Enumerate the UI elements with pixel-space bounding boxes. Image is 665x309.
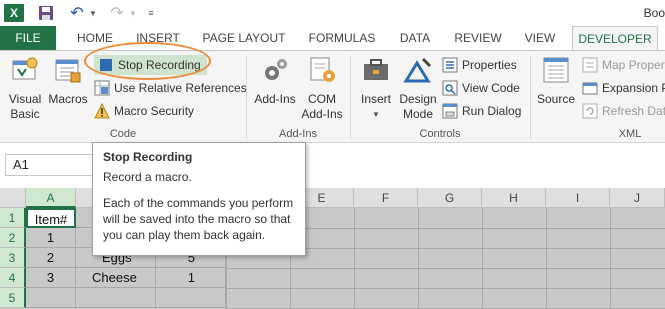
redo-icon[interactable]: ↷ [108,4,126,22]
group-separator [530,55,531,139]
tooltip-title: Stop Recording [103,150,193,164]
visual-basic-button[interactable]: Visual Basic [6,55,44,122]
row-header[interactable]: 3 [0,248,26,268]
row-header[interactable]: 2 [0,228,26,248]
group-label-controls: Controls [419,128,461,140]
column-header[interactable]: I [546,188,610,208]
design-mode-button[interactable]: Design Mode [398,55,438,122]
excel-logo-icon[interactable]: X [4,4,24,22]
macro-security-button[interactable]: Macro Security [94,101,194,121]
expansion-packs-icon [582,80,598,96]
cell-c4[interactable]: 1 [156,268,226,288]
group-separator [350,55,351,139]
group-label-code: Code [109,128,137,140]
tab-page-layout[interactable]: PAGE LAYOUT [196,26,292,50]
use-relative-references-button[interactable]: Use Relative References [94,78,247,98]
xml-source-icon [534,55,578,89]
group-separator [246,55,247,139]
refresh-data-button[interactable]: Refresh Data [582,101,665,121]
stop-recording-tooltip: Stop Recording Record a macro. Each of t… [92,142,306,256]
properties-button[interactable]: Properties [442,55,517,75]
title-bar: X ↶ ▼ ↷ ▼ ≡ Boo [0,0,665,26]
grid-line [226,288,665,289]
row-header[interactable]: 5 [0,288,26,308]
expansion-packs-button[interactable]: Expansion Pa [582,78,665,98]
row-header[interactable]: 1 [0,208,26,228]
tab-review[interactable]: REVIEW [446,26,510,50]
insert-dropdown-icon: ▼ [372,110,380,119]
tab-data[interactable]: DATA [390,26,440,50]
cell-b5[interactable] [76,288,156,308]
grid-line [610,208,611,309]
customize-quick-access-icon[interactable]: ≡ [146,4,156,22]
cell-b4[interactable]: Cheese [76,268,156,288]
view-code-button[interactable]: View Code [442,78,520,98]
document-title: Boo [643,6,665,20]
grid-line [226,268,665,269]
grid-line [418,208,419,309]
column-header[interactable]: F [354,188,418,208]
column-header[interactable]: A [26,188,76,208]
cell-a5[interactable] [26,288,76,308]
group-label-xml: XML [618,128,642,140]
refresh-data-icon [582,103,598,119]
save-icon[interactable] [38,4,54,22]
tooltip-detail: Each of the commands you perform will be… [103,196,294,242]
name-box[interactable]: A1 [5,154,93,176]
add-ins-button[interactable]: Add-Ins [252,55,298,107]
column-header[interactable]: H [482,188,546,208]
toolbox-icon [356,55,396,89]
source-button[interactable]: Source [534,55,578,107]
ribbon-tabs: FILE HOME INSERT PAGE LAYOUT FORMULAS DA… [0,26,665,51]
gears-icon [252,55,298,89]
highlight-ellipse [84,42,211,80]
cell-a4[interactable]: 3 [26,268,76,288]
cell-c5[interactable] [156,288,226,308]
map-properties-button[interactable]: Map Propert [582,55,665,75]
view-code-icon [442,80,458,96]
grid-line [482,208,483,309]
grid-line [546,208,547,309]
cell-a2[interactable]: 1 [26,228,76,248]
select-all-corner[interactable] [0,188,26,208]
group-label-add-ins: Add-Ins [279,128,317,140]
row-header[interactable]: 4 [0,268,26,288]
tab-file[interactable]: FILE [0,26,56,50]
column-header[interactable]: G [418,188,482,208]
com-add-ins-button[interactable]: COM Add-Ins [300,55,344,122]
tab-view[interactable]: VIEW [516,26,564,50]
relative-references-icon [94,80,110,96]
run-dialog-icon [442,103,458,119]
redo-dropdown-icon[interactable]: ▼ [128,4,138,22]
cell-a3[interactable]: 2 [26,248,76,268]
warning-icon [94,103,110,119]
properties-icon [442,57,458,73]
undo-icon[interactable]: ↶ [68,4,86,22]
map-properties-icon [582,57,598,73]
tooltip-description: Record a macro. [103,170,192,184]
visual-basic-icon [6,55,44,89]
insert-controls-button[interactable]: Insert ▼ [356,55,396,122]
design-mode-icon [398,55,438,89]
tab-developer[interactable]: DEVELOPER [572,26,658,51]
column-header[interactable]: J [610,188,665,208]
com-add-ins-icon [300,55,344,89]
cell-a1[interactable]: Item# [26,208,76,228]
tab-formulas[interactable]: FORMULAS [300,26,384,50]
undo-dropdown-icon[interactable]: ▼ [88,4,98,22]
grid-line [354,208,355,309]
run-dialog-button[interactable]: Run Dialog [442,101,521,121]
